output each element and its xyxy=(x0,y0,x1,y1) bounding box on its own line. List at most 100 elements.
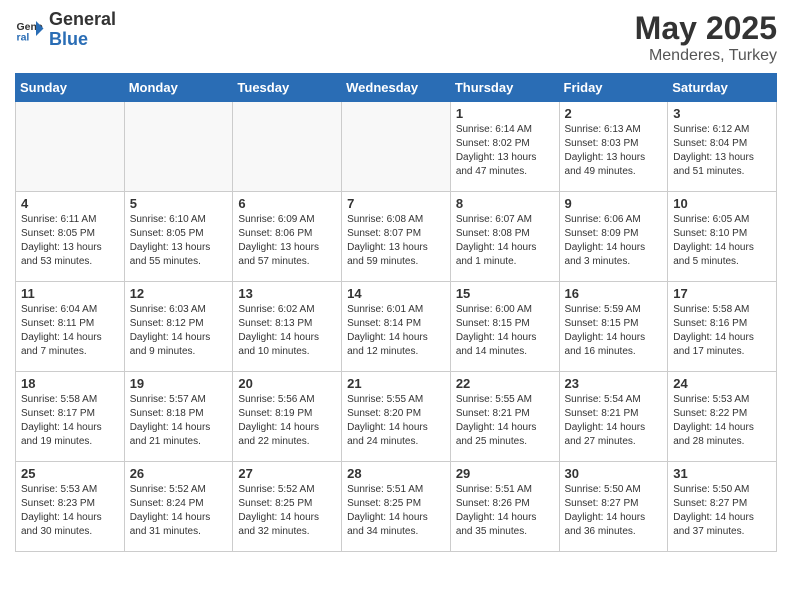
day-info: Sunrise: 5:54 AM Sunset: 8:21 PM Dayligh… xyxy=(565,393,663,449)
calendar-day-cell: 11 Sunrise: 6:04 AM Sunset: 8:11 PM Dayli… xyxy=(16,282,125,372)
day-info: Sunrise: 5:55 AM Sunset: 8:20 PM Dayligh… xyxy=(347,393,445,449)
day-number: 29 xyxy=(456,466,554,481)
day-number: 11 xyxy=(21,286,119,301)
calendar-day-cell: 24 Sunrise: 5:53 AM Sunset: 8:22 PM Dayli… xyxy=(668,372,777,462)
title-location: Menderes, Turkey xyxy=(635,47,777,65)
calendar-day-cell: 8Sunrise: 6:07 AM Sunset: 8:08 PM Daylig… xyxy=(450,192,559,282)
calendar-day-header: Friday xyxy=(559,74,668,102)
day-number: 19 xyxy=(130,376,228,391)
calendar-week-row: 1 Sunrise: 6:14 AM Sunset: 8:02 PM Daylig… xyxy=(16,102,777,192)
day-number: 6 xyxy=(238,196,336,211)
logo: Gene ral General Blue xyxy=(15,10,116,50)
calendar-day-cell xyxy=(16,102,125,192)
day-number: 26 xyxy=(130,466,228,481)
calendar-day-header: Saturday xyxy=(668,74,777,102)
day-info: Sunrise: 5:51 AM Sunset: 8:26 PM Dayligh… xyxy=(456,483,554,539)
calendar-day-cell: 17 Sunrise: 5:58 AM Sunset: 8:16 PM Dayli… xyxy=(668,282,777,372)
logo-general: General xyxy=(49,10,116,30)
svg-text:ral: ral xyxy=(17,31,30,43)
day-info: Sunrise: 5:50 AM Sunset: 8:27 PM Dayligh… xyxy=(565,483,663,539)
logo-blue: Blue xyxy=(49,30,116,50)
day-info: Sunrise: 6:02 AM Sunset: 8:13 PM Dayligh… xyxy=(238,303,336,359)
calendar-day-cell: 7 Sunrise: 6:08 AM Sunset: 8:07 PM Daylig… xyxy=(342,192,451,282)
day-number: 1 xyxy=(456,106,554,121)
calendar-day-cell: 28Sunrise: 5:51 AM Sunset: 8:25 PM Dayli… xyxy=(342,462,451,552)
title-block: May 2025 Menderes, Turkey xyxy=(635,10,777,65)
calendar-day-cell: 6 Sunrise: 6:09 AM Sunset: 8:06 PM Daylig… xyxy=(233,192,342,282)
day-info: Sunrise: 5:58 AM Sunset: 8:16 PM Dayligh… xyxy=(673,303,771,359)
calendar-day-cell: 29 Sunrise: 5:51 AM Sunset: 8:26 PM Dayli… xyxy=(450,462,559,552)
calendar-day-cell: 30 Sunrise: 5:50 AM Sunset: 8:27 PM Dayli… xyxy=(559,462,668,552)
day-info: Sunrise: 6:09 AM Sunset: 8:06 PM Dayligh… xyxy=(238,213,336,269)
day-info: Sunrise: 6:14 AM Sunset: 8:02 PM Dayligh… xyxy=(456,123,554,179)
day-number: 10 xyxy=(673,196,771,211)
calendar-day-cell: 3Sunrise: 6:12 AM Sunset: 8:04 PM Daylig… xyxy=(668,102,777,192)
day-info: Sunrise: 5:50 AM Sunset: 8:27 PM Dayligh… xyxy=(673,483,771,539)
calendar-day-cell: 16 Sunrise: 5:59 AM Sunset: 8:15 PM Dayli… xyxy=(559,282,668,372)
calendar-day-cell: 18Sunrise: 5:58 AM Sunset: 8:17 PM Dayli… xyxy=(16,372,125,462)
day-info: Sunrise: 5:53 AM Sunset: 8:22 PM Dayligh… xyxy=(673,393,771,449)
calendar-week-row: 11 Sunrise: 6:04 AM Sunset: 8:11 PM Dayli… xyxy=(16,282,777,372)
calendar-day-header: Monday xyxy=(124,74,233,102)
day-number: 15 xyxy=(456,286,554,301)
day-info: Sunrise: 5:59 AM Sunset: 8:15 PM Dayligh… xyxy=(565,303,663,359)
day-number: 13 xyxy=(238,286,336,301)
day-info: Sunrise: 5:52 AM Sunset: 8:24 PM Dayligh… xyxy=(130,483,228,539)
calendar-day-cell: 4 Sunrise: 6:11 AM Sunset: 8:05 PM Daylig… xyxy=(16,192,125,282)
calendar-day-cell: 26 Sunrise: 5:52 AM Sunset: 8:24 PM Dayli… xyxy=(124,462,233,552)
calendar-day-header: Sunday xyxy=(16,74,125,102)
title-month: May 2025 xyxy=(635,10,777,47)
day-number: 24 xyxy=(673,376,771,391)
calendar-table: SundayMondayTuesdayWednesdayThursdayFrid… xyxy=(15,73,777,552)
calendar-day-cell xyxy=(124,102,233,192)
day-info: Sunrise: 6:04 AM Sunset: 8:11 PM Dayligh… xyxy=(21,303,119,359)
day-info: Sunrise: 6:01 AM Sunset: 8:14 PM Dayligh… xyxy=(347,303,445,359)
calendar-day-cell: 19 Sunrise: 5:57 AM Sunset: 8:18 PM Dayli… xyxy=(124,372,233,462)
calendar-day-cell xyxy=(342,102,451,192)
day-number: 14 xyxy=(347,286,445,301)
day-number: 9 xyxy=(565,196,663,211)
calendar-week-row: 25Sunrise: 5:53 AM Sunset: 8:23 PM Dayli… xyxy=(16,462,777,552)
day-info: Sunrise: 6:13 AM Sunset: 8:03 PM Dayligh… xyxy=(565,123,663,179)
day-number: 16 xyxy=(565,286,663,301)
calendar-day-header: Wednesday xyxy=(342,74,451,102)
day-info: Sunrise: 6:08 AM Sunset: 8:07 PM Dayligh… xyxy=(347,213,445,269)
day-info: Sunrise: 6:03 AM Sunset: 8:12 PM Dayligh… xyxy=(130,303,228,359)
calendar-day-header: Tuesday xyxy=(233,74,342,102)
calendar-day-cell: 20Sunrise: 5:56 AM Sunset: 8:19 PM Dayli… xyxy=(233,372,342,462)
calendar-day-cell xyxy=(233,102,342,192)
day-info: Sunrise: 5:55 AM Sunset: 8:21 PM Dayligh… xyxy=(456,393,554,449)
day-info: Sunrise: 5:52 AM Sunset: 8:25 PM Dayligh… xyxy=(238,483,336,539)
calendar-day-cell: 22Sunrise: 5:55 AM Sunset: 8:21 PM Dayli… xyxy=(450,372,559,462)
day-number: 21 xyxy=(347,376,445,391)
day-number: 20 xyxy=(238,376,336,391)
calendar-week-row: 4 Sunrise: 6:11 AM Sunset: 8:05 PM Daylig… xyxy=(16,192,777,282)
day-info: Sunrise: 6:06 AM Sunset: 8:09 PM Dayligh… xyxy=(565,213,663,269)
day-number: 4 xyxy=(21,196,119,211)
calendar-day-cell: 31 Sunrise: 5:50 AM Sunset: 8:27 PM Dayli… xyxy=(668,462,777,552)
calendar-day-cell: 2 Sunrise: 6:13 AM Sunset: 8:03 PM Daylig… xyxy=(559,102,668,192)
day-number: 5 xyxy=(130,196,228,211)
calendar-day-cell: 12Sunrise: 6:03 AM Sunset: 8:12 PM Dayli… xyxy=(124,282,233,372)
day-number: 31 xyxy=(673,466,771,481)
day-number: 17 xyxy=(673,286,771,301)
day-info: Sunrise: 5:57 AM Sunset: 8:18 PM Dayligh… xyxy=(130,393,228,449)
day-info: Sunrise: 6:11 AM Sunset: 8:05 PM Dayligh… xyxy=(21,213,119,269)
day-number: 30 xyxy=(565,466,663,481)
calendar-day-cell: 21 Sunrise: 5:55 AM Sunset: 8:20 PM Dayli… xyxy=(342,372,451,462)
day-info: Sunrise: 5:58 AM Sunset: 8:17 PM Dayligh… xyxy=(21,393,119,449)
calendar-day-cell: 25Sunrise: 5:53 AM Sunset: 8:23 PM Dayli… xyxy=(16,462,125,552)
calendar-day-cell: 5Sunrise: 6:10 AM Sunset: 8:05 PM Daylig… xyxy=(124,192,233,282)
day-number: 8 xyxy=(456,196,554,211)
calendar-day-cell: 15Sunrise: 6:00 AM Sunset: 8:15 PM Dayli… xyxy=(450,282,559,372)
calendar-header-row: SundayMondayTuesdayWednesdayThursdayFrid… xyxy=(16,74,777,102)
calendar-day-header: Thursday xyxy=(450,74,559,102)
day-number: 2 xyxy=(565,106,663,121)
day-number: 27 xyxy=(238,466,336,481)
page-header: Gene ral General Blue May 2025 Menderes,… xyxy=(15,10,777,65)
logo-icon: Gene ral xyxy=(15,15,45,45)
calendar-day-cell: 1 Sunrise: 6:14 AM Sunset: 8:02 PM Daylig… xyxy=(450,102,559,192)
day-number: 7 xyxy=(347,196,445,211)
day-info: Sunrise: 5:51 AM Sunset: 8:25 PM Dayligh… xyxy=(347,483,445,539)
calendar-day-cell: 10Sunrise: 6:05 AM Sunset: 8:10 PM Dayli… xyxy=(668,192,777,282)
